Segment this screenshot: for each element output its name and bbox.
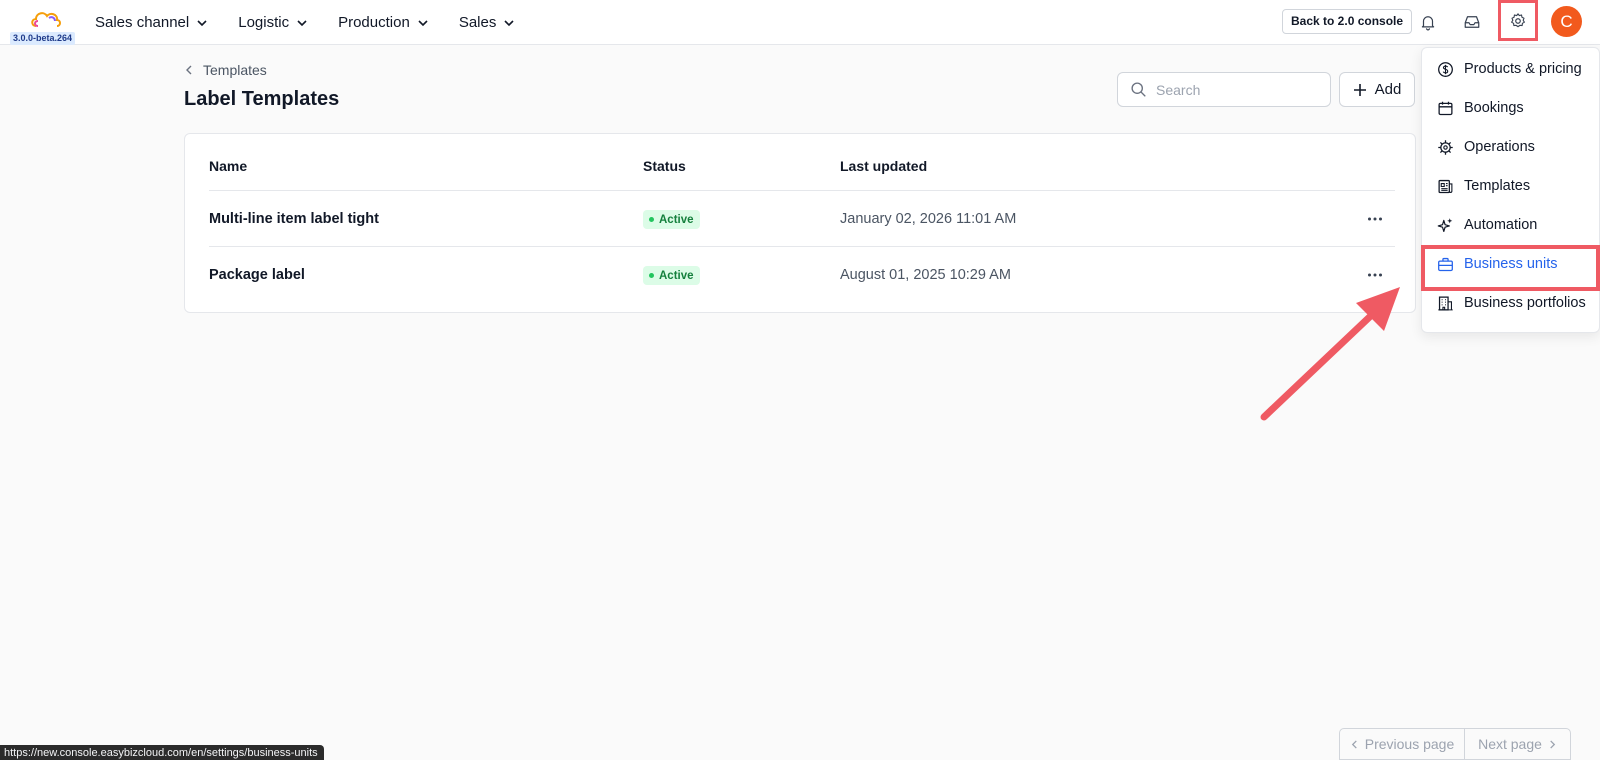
menu-item-label: Templates <box>1464 178 1531 194</box>
inbox-button[interactable] <box>1459 9 1485 35</box>
menu-item-business-portfolios[interactable]: Business portfolios <box>1437 288 1597 318</box>
next-page-label: Next page <box>1478 736 1542 752</box>
chevron-right-icon <box>1550 739 1556 749</box>
last-updated: January 02, 2026 11:01 AM <box>840 211 1017 227</box>
cog-icon <box>1438 139 1453 155</box>
breadcrumb[interactable]: Templates <box>184 62 267 78</box>
more-horizontal-icon <box>1368 217 1382 221</box>
sparkles-icon <box>1437 217 1453 232</box>
menu-item-label: Business units <box>1464 256 1558 272</box>
chevron-left-icon <box>1351 739 1357 749</box>
gear-icon <box>1511 12 1525 27</box>
status-dot-icon <box>649 273 654 278</box>
cloud-logo-icon <box>31 12 61 27</box>
menu-item-label: Business portfolios <box>1464 295 1586 311</box>
add-template-button[interactable]: Add <box>1339 72 1415 107</box>
breadcrumb-label[interactable]: Templates <box>203 62 267 78</box>
back-to-console-button[interactable]: Back to 2.0 console <box>1282 9 1413 34</box>
nav-label: Sales <box>458 14 497 31</box>
nav-logistic[interactable]: Logistic <box>238 14 308 31</box>
menu-item-automation[interactable]: Automation <box>1437 210 1597 240</box>
nav-production[interactable]: Production <box>338 14 429 31</box>
status-badge: Active <box>643 210 700 229</box>
link-preview-url: https://new.console.easybizcloud.com/en/… <box>0 745 324 760</box>
row-actions-button[interactable] <box>1365 209 1385 229</box>
briefcase-icon <box>1438 257 1453 271</box>
templates-table: Name Status Last updated Multi-line item… <box>184 133 1416 313</box>
settings-button[interactable] <box>1498 0 1538 41</box>
main-nav: Sales channel Logistic Production Sales <box>95 0 545 45</box>
menu-item-business-units[interactable]: Business units <box>1437 249 1597 279</box>
app-logo[interactable]: 3.0.0-beta.264 <box>4 4 78 45</box>
notifications-button[interactable] <box>1415 9 1441 35</box>
search-field[interactable] <box>1117 72 1331 107</box>
version-badge: 3.0.0-beta.264 <box>10 32 76 45</box>
status-label: Active <box>659 269 694 282</box>
status-dot-icon <box>649 217 654 222</box>
nav-sales-channel[interactable]: Sales channel <box>95 14 208 31</box>
top-bar: 3.0.0-beta.264 Sales channel Logistic Pr… <box>0 0 1600 45</box>
plus-icon <box>1353 83 1366 96</box>
user-avatar[interactable]: C <box>1551 6 1582 37</box>
menu-item-label: Operations <box>1464 139 1535 155</box>
chevron-down-icon <box>297 19 307 26</box>
dollar-circle-icon <box>1438 61 1453 77</box>
previous-page-label: Previous page <box>1364 736 1455 752</box>
chevron-down-icon <box>504 19 514 26</box>
menu-item-label: Bookings <box>1464 100 1524 116</box>
newspaper-icon <box>1438 179 1453 193</box>
inbox-icon <box>1464 16 1480 28</box>
column-header-status[interactable]: Status <box>643 158 686 174</box>
previous-page-button[interactable]: Previous page <box>1340 729 1465 759</box>
table-row[interactable]: Package label Active August 01, 2025 10:… <box>185 247 1417 303</box>
next-page-button[interactable]: Next page <box>1465 729 1570 759</box>
row-actions-button[interactable] <box>1365 265 1385 285</box>
template-name[interactable]: Package label <box>209 267 305 283</box>
building-icon <box>1438 295 1453 311</box>
nav-sales[interactable]: Sales <box>459 14 516 31</box>
last-updated: August 01, 2025 10:29 AM <box>840 267 1011 283</box>
settings-menu: Products & pricing Bookings Operations T… <box>1421 47 1600 333</box>
menu-item-bookings[interactable]: Bookings <box>1437 93 1597 123</box>
nav-label: Sales channel <box>95 14 190 31</box>
column-header-last-updated[interactable]: Last updated <box>840 158 927 174</box>
page-title: Label Templates <box>184 88 340 110</box>
chevron-left-icon <box>186 65 192 75</box>
chevron-down-icon <box>418 19 428 26</box>
add-label: Add <box>1374 81 1402 98</box>
more-horizontal-icon <box>1368 273 1382 277</box>
bell-icon <box>1421 16 1435 31</box>
status-label: Active <box>659 213 694 226</box>
calendar-icon <box>1438 101 1453 115</box>
search-input[interactable] <box>1156 81 1316 98</box>
pagination: Previous page Next page <box>1339 728 1571 760</box>
template-name[interactable]: Multi-line item label tight <box>209 211 379 227</box>
status-badge: Active <box>643 266 700 285</box>
table-row[interactable]: Multi-line item label tight Active Janua… <box>185 191 1417 247</box>
search-icon <box>1131 82 1146 97</box>
menu-item-label: Automation <box>1464 217 1538 233</box>
menu-item-operations[interactable]: Operations <box>1437 132 1597 162</box>
nav-label: Production <box>338 14 410 31</box>
menu-item-products-pricing[interactable]: Products & pricing <box>1437 54 1597 84</box>
column-header-name[interactable]: Name <box>209 158 247 174</box>
menu-item-templates[interactable]: Templates <box>1437 171 1597 201</box>
menu-item-label: Products & pricing <box>1464 61 1582 77</box>
chevron-down-icon <box>197 19 207 26</box>
nav-label: Logistic <box>238 14 290 31</box>
